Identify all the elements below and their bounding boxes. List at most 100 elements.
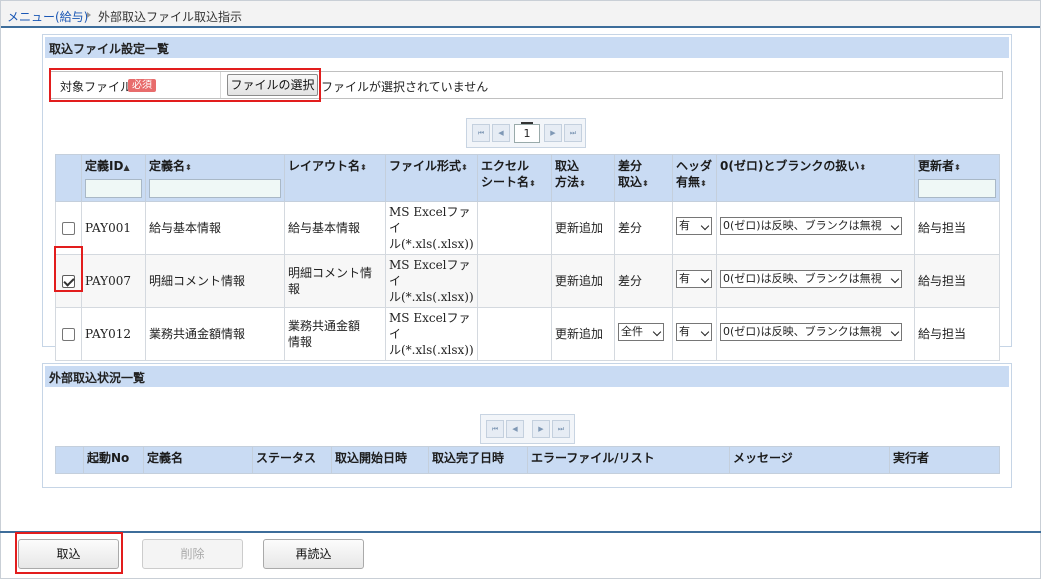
column-header-sheet[interactable]: エクセル シート名⬍ bbox=[477, 154, 552, 202]
diff-cell: 差分 bbox=[614, 254, 673, 308]
sort-icon: ⬍ bbox=[700, 179, 707, 188]
format-cell: MS Excelファイ ル(*.xls(.xlsx)) bbox=[385, 201, 478, 255]
updater-cell: 給与担当 bbox=[914, 254, 1000, 308]
prev-page-icon[interactable]: ◀ bbox=[492, 124, 510, 142]
sort-icon: ⬍ bbox=[461, 163, 468, 172]
last-page-icon[interactable]: ⏭ bbox=[564, 124, 582, 142]
sheet-cell bbox=[477, 307, 552, 361]
import-button-highlight bbox=[15, 532, 123, 574]
breadcrumb-parent-link[interactable]: メニュー(給与) bbox=[7, 8, 88, 25]
table-row[interactable]: PAY012 業務共通金額情報 業務共通金額 情報 MS Excelファイ ル(*.… bbox=[55, 307, 1000, 361]
file-status-text: ファイルが選択されていません bbox=[321, 80, 489, 94]
diff-cell: 差分 bbox=[614, 201, 673, 255]
breadcrumb: メニュー(給与) 外部取込ファイル取込指示 bbox=[1, 1, 1040, 28]
column-header-executor[interactable]: 実行者 bbox=[889, 446, 1000, 474]
column-header-updater[interactable]: 更新者⬍ bbox=[914, 154, 1000, 202]
chevron-down-icon bbox=[890, 327, 900, 337]
column-header-def-id[interactable]: 定義ID▲ bbox=[81, 154, 146, 202]
sort-icon: ⬍ bbox=[859, 163, 867, 172]
column-header-end-time[interactable]: 取込完了日時 bbox=[428, 446, 528, 474]
reload-button[interactable]: 再読込 bbox=[263, 539, 364, 569]
column-header-def-name[interactable]: 定義名 bbox=[143, 446, 253, 474]
method-cell: 更新追加 bbox=[551, 307, 615, 361]
status-table: 起動No 定義名 ステータス 取込開始日時 取込完了日時 エラーファイル/リスト… bbox=[55, 446, 1000, 474]
file-selection-highlight bbox=[49, 68, 321, 102]
sort-icon: ⬍ bbox=[642, 179, 649, 188]
column-header-message[interactable]: メッセージ bbox=[729, 446, 890, 474]
header-select[interactable]: 有 bbox=[676, 323, 712, 341]
last-page-icon[interactable]: ⏭ bbox=[552, 420, 570, 438]
delete-button[interactable]: 削除 bbox=[142, 539, 243, 569]
column-header-header[interactable]: ヘッダ 有無⬍ bbox=[672, 154, 717, 202]
def-id-cell: PAY012 bbox=[81, 307, 146, 361]
format-cell: MS Excelファイ ル(*.xls(.xlsx)) bbox=[385, 254, 478, 308]
first-page-icon[interactable]: ⏮ bbox=[486, 420, 504, 438]
page-number-input[interactable]: 1 bbox=[514, 122, 540, 143]
next-page-icon[interactable]: ▶ bbox=[544, 124, 562, 142]
column-header-error-file[interactable]: エラーファイル/リスト bbox=[527, 446, 730, 474]
breadcrumb-separator-icon bbox=[87, 12, 91, 18]
sort-icon: ⬍ bbox=[360, 163, 367, 172]
method-cell: 更新追加 bbox=[551, 254, 615, 308]
column-header-status[interactable]: ステータス bbox=[252, 446, 332, 474]
def-name-cell: 給与基本情報 bbox=[145, 201, 285, 255]
format-cell: MS Excelファイ ル(*.xls(.xlsx)) bbox=[385, 307, 478, 361]
settings-table: 定義ID▲ 定義名⬍ レイアウト名⬍ ファイル形式⬍ エクセル シート名⬍ 取込方… bbox=[55, 154, 1000, 361]
zero-blank-select[interactable]: 0(ゼロ)は反映、ブランクは無視 bbox=[720, 217, 902, 235]
zero-blank-select[interactable]: 0(ゼロ)は反映、ブランクは無視 bbox=[720, 270, 902, 288]
def-id-filter-input[interactable] bbox=[85, 179, 142, 198]
def-id-cell: PAY007 bbox=[81, 254, 146, 308]
column-header-def-name[interactable]: 定義名⬍ bbox=[145, 154, 285, 202]
status-pager: ⏮ ◀ ▶ ⏭ bbox=[480, 414, 575, 444]
row-checkbox[interactable] bbox=[62, 222, 75, 235]
diff-select[interactable]: 全件 bbox=[618, 323, 664, 341]
sort-icon: ⬍ bbox=[185, 163, 192, 172]
next-page-icon[interactable]: ▶ bbox=[532, 420, 550, 438]
chevron-down-icon bbox=[700, 221, 710, 231]
prev-page-icon[interactable]: ◀ bbox=[506, 420, 524, 438]
checkbox-highlight bbox=[54, 246, 83, 292]
column-header-run-no[interactable]: 起動No bbox=[83, 446, 144, 474]
chevron-down-icon bbox=[652, 327, 662, 337]
header-select[interactable]: 有 bbox=[676, 217, 712, 235]
updater-cell: 給与担当 bbox=[914, 201, 1000, 255]
page-title: 外部取込ファイル取込指示 bbox=[98, 10, 243, 24]
chevron-down-icon bbox=[700, 327, 710, 337]
select-column-header bbox=[55, 446, 84, 474]
settings-panel-title: 取込ファイル設定一覧 bbox=[45, 37, 1009, 58]
settings-pager: ⏮ ◀ 1 ▶ ⏭ bbox=[466, 118, 586, 148]
def-name-cell: 業務共通金額情報 bbox=[145, 307, 285, 361]
column-header-diff[interactable]: 差分 取込⬍ bbox=[614, 154, 673, 202]
settings-header-row: 定義ID▲ 定義名⬍ レイアウト名⬍ ファイル形式⬍ エクセル シート名⬍ 取込方… bbox=[55, 154, 1000, 202]
row-checkbox[interactable] bbox=[62, 328, 75, 341]
column-header-format[interactable]: ファイル形式⬍ bbox=[385, 154, 478, 202]
select-column-header bbox=[55, 154, 82, 202]
layout-cell: 明細コメント情報 bbox=[284, 254, 386, 308]
sort-icon: ⬍ bbox=[579, 179, 586, 188]
column-header-method[interactable]: 取込 方法⬍ bbox=[551, 154, 615, 202]
method-cell: 更新追加 bbox=[551, 201, 615, 255]
def-name-filter-input[interactable] bbox=[149, 179, 281, 198]
table-row[interactable]: PAY007 明細コメント情報 明細コメント情報 MS Excelファイ ル(*.… bbox=[55, 254, 1000, 308]
column-header-zero-blank[interactable]: 0(ゼロ)とブランクの扱い⬍ bbox=[716, 154, 915, 202]
column-header-layout[interactable]: レイアウト名⬍ bbox=[284, 154, 386, 202]
sort-icon: ⬍ bbox=[954, 163, 961, 172]
sort-asc-icon: ▲ bbox=[123, 163, 130, 172]
updater-cell: 給与担当 bbox=[914, 307, 1000, 361]
chevron-down-icon bbox=[700, 274, 710, 284]
chevron-down-icon bbox=[890, 221, 900, 231]
table-row[interactable]: PAY001 給与基本情報 給与基本情報 MS Excelファイ ル(*.xls(… bbox=[55, 201, 1000, 255]
updater-filter-input[interactable] bbox=[918, 179, 996, 198]
header-select[interactable]: 有 bbox=[676, 270, 712, 288]
sheet-cell bbox=[477, 201, 552, 255]
sheet-cell bbox=[477, 254, 552, 308]
status-header-row: 起動No 定義名 ステータス 取込開始日時 取込完了日時 エラーファイル/リスト… bbox=[55, 446, 1000, 474]
zero-blank-select[interactable]: 0(ゼロ)は反映、ブランクは無視 bbox=[720, 323, 902, 341]
layout-cell: 業務共通金額 情報 bbox=[284, 307, 386, 361]
status-panel-title: 外部取込状況一覧 bbox=[45, 366, 1009, 387]
column-header-start-time[interactable]: 取込開始日時 bbox=[331, 446, 429, 474]
layout-cell: 給与基本情報 bbox=[284, 201, 386, 255]
chevron-down-icon bbox=[890, 274, 900, 284]
first-page-icon[interactable]: ⏮ bbox=[472, 124, 490, 142]
def-id-cell: PAY001 bbox=[81, 201, 146, 255]
